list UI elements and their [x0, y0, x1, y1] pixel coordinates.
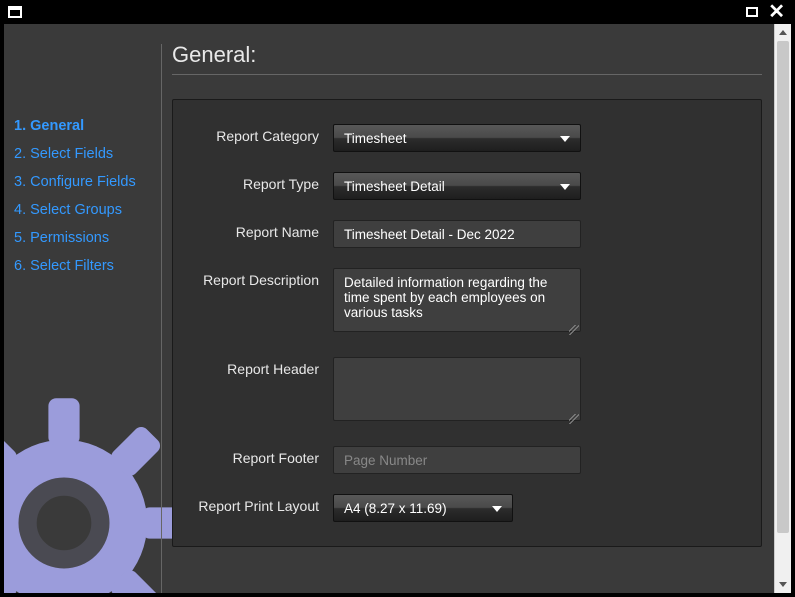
nav-item-general[interactable]: 1. General	[14, 112, 159, 140]
label-report-description: Report Description	[183, 268, 333, 288]
nav-item-select-fields[interactable]: 2. Select Fields	[14, 140, 159, 168]
wizard-nav: 1. General 2. Select Fields 3. Configure…	[14, 112, 159, 280]
titlebar: ✕	[0, 0, 795, 24]
label-report-type: Report Type	[183, 172, 333, 192]
textarea-report-description[interactable]	[333, 268, 581, 332]
app-icon	[8, 6, 22, 18]
nav-item-select-filters[interactable]: 6. Select Filters	[14, 252, 159, 280]
vertical-divider	[161, 44, 162, 593]
input-report-footer[interactable]	[333, 446, 581, 474]
label-report-print-layout: Report Print Layout	[183, 494, 333, 514]
dropdown-report-category[interactable]: Timesheet	[333, 124, 581, 152]
dropdown-value: Timesheet	[344, 131, 407, 146]
label-report-footer: Report Footer	[183, 446, 333, 466]
nav-item-select-groups[interactable]: 4. Select Groups	[14, 196, 159, 224]
label-report-header: Report Header	[183, 357, 333, 377]
close-icon[interactable]: ✕	[768, 6, 785, 18]
dropdown-report-type[interactable]: Timesheet Detail	[333, 172, 581, 200]
maximize-icon[interactable]	[746, 7, 758, 17]
scroll-thumb[interactable]	[777, 41, 789, 533]
scroll-down-button[interactable]	[775, 576, 791, 593]
page-title: General:	[172, 42, 762, 75]
label-report-name: Report Name	[183, 220, 333, 240]
dropdown-report-print-layout[interactable]: A4 (8.27 x 11.69)	[333, 494, 513, 522]
nav-item-permissions[interactable]: 5. Permissions	[14, 224, 159, 252]
main-content: General: Report Category Timesheet Repor…	[172, 42, 762, 547]
window-body: 1. General 2. Select Fields 3. Configure…	[4, 24, 791, 593]
scroll-track[interactable]	[775, 41, 791, 576]
vertical-scrollbar[interactable]	[774, 24, 791, 593]
form-panel: Report Category Timesheet Report Type Ti…	[172, 99, 762, 547]
dropdown-value: A4 (8.27 x 11.69)	[344, 501, 447, 516]
nav-item-configure-fields[interactable]: 3. Configure Fields	[14, 168, 159, 196]
scroll-up-button[interactable]	[775, 24, 791, 41]
chevron-down-icon	[779, 582, 787, 587]
chevron-up-icon	[779, 30, 787, 35]
dropdown-value: Timesheet Detail	[344, 179, 445, 194]
label-report-category: Report Category	[183, 124, 333, 144]
textarea-report-header[interactable]	[333, 357, 581, 421]
gear-background-icon	[4, 393, 194, 593]
input-report-name[interactable]	[333, 220, 581, 248]
